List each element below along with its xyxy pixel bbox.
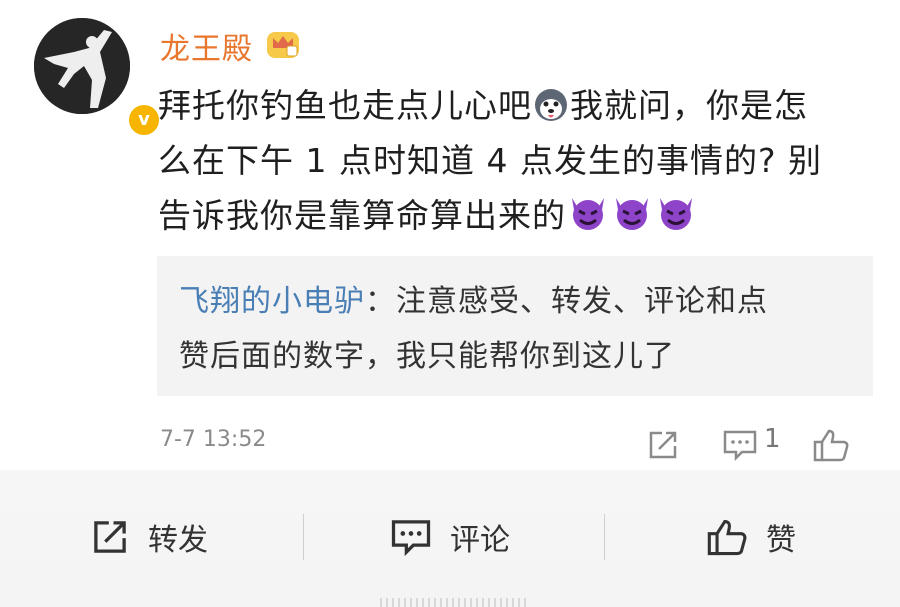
content-line: 拜托你钓鱼也走点儿心吧 <box>158 86 532 125</box>
quote-text: 飞翔的小电驴：注意感受、转发、评论和点 赞后面的数字，我只能帮你到这儿了 <box>179 274 839 384</box>
quote-separator: ： <box>365 284 396 319</box>
like-label: 赞 <box>766 523 796 558</box>
avatar[interactable]: v <box>34 18 162 138</box>
husky-emoji-icon <box>535 89 567 121</box>
smiling-devil-emoji-icon <box>616 198 648 230</box>
quote-line: 注意感受、转发、评论和点 <box>396 284 768 319</box>
verified-badge-icon: v <box>126 102 162 138</box>
smiling-devil-emoji-icon <box>572 198 604 230</box>
like-button[interactable]: 赞 <box>706 502 796 572</box>
post-content: 拜托你钓鱼也走点儿心吧 我就问，你是怎 么在下午 1 点时知道 4 点发生的事情… <box>158 78 858 243</box>
action-bar: 转发 评论 赞 <box>0 502 900 572</box>
post-time: 7-7 13:52 <box>160 427 267 452</box>
comment-icon[interactable] <box>722 428 758 462</box>
comment-icon <box>391 520 431 557</box>
blurred-content <box>380 598 530 607</box>
repost-button[interactable]: 转发 <box>90 502 208 572</box>
smiling-devil-emoji-icon <box>660 198 692 230</box>
divider <box>604 514 605 560</box>
comment-count: 1 <box>764 424 781 454</box>
quoted-reply[interactable]: 飞翔的小电驴：注意感受、转发、评论和点 赞后面的数字，我只能帮你到这儿了 <box>157 256 873 396</box>
repost-icon[interactable] <box>646 428 680 462</box>
comment-label: 评论 <box>450 523 510 558</box>
content-line: 告诉我你是靠算命算出来的 <box>158 196 566 235</box>
divider <box>303 514 304 560</box>
like-icon <box>707 519 747 556</box>
quote-author[interactable]: 飞翔的小电驴 <box>179 284 365 319</box>
crown-icon <box>267 32 299 58</box>
repost-label: 转发 <box>148 523 208 558</box>
quote-line: 赞后面的数字，我只能帮你到这儿了 <box>179 339 675 374</box>
like-icon[interactable] <box>812 428 850 462</box>
content-line: 我就问，你是怎 <box>570 86 808 125</box>
comment-button[interactable]: 评论 <box>390 502 510 572</box>
username[interactable]: 龙王殿 <box>160 24 253 68</box>
content-line: 么在下午 1 点时知道 4 点发生的事情的? 别 <box>158 141 822 180</box>
repost-icon <box>94 521 126 553</box>
